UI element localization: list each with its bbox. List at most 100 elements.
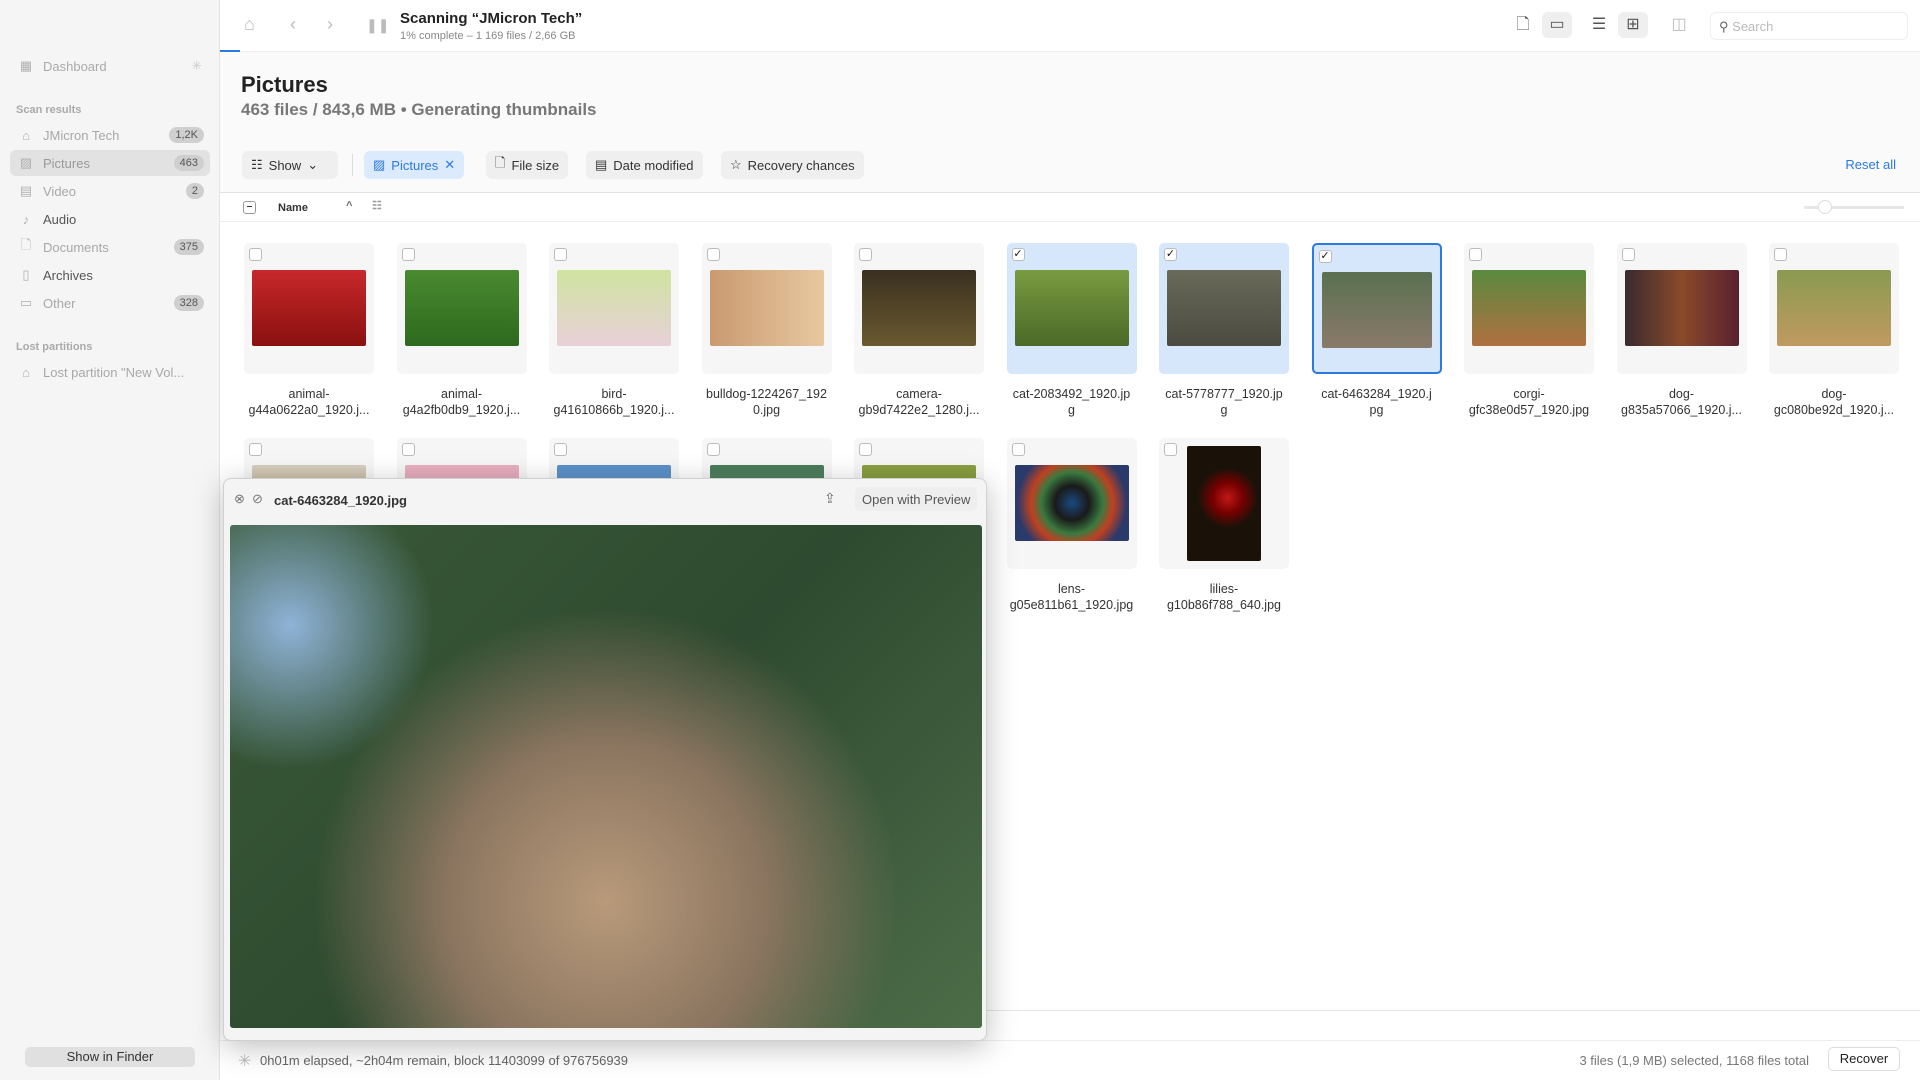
thumbnail-image: [404, 270, 519, 346]
selection-summary: 3 files (1,9 MB) selected, 1168 files to…: [1579, 1053, 1809, 1068]
search-input[interactable]: ⚲ Search: [1710, 12, 1908, 40]
file-checkbox[interactable]: ✓: [1164, 248, 1177, 261]
count-badge: 1,2K: [169, 127, 204, 143]
file-tile[interactable]: [1616, 243, 1747, 374]
sidebar-item-pictures[interactable]: ▨ Pictures 463: [10, 150, 210, 176]
divider: [987, 1010, 1920, 1011]
sidebar-item-archives[interactable]: ▯ Archives: [10, 262, 210, 288]
page-summary: 463 files / 843,6 MB • Generating thumbn…: [241, 100, 597, 119]
pause-icon[interactable]: ❚❚: [366, 17, 389, 34]
file-checkbox[interactable]: [401, 248, 415, 261]
file-checkbox[interactable]: [706, 248, 720, 261]
drive-icon: ⌂: [22, 127, 30, 143]
share-icon[interactable]: ⇪: [824, 490, 836, 507]
file-checkbox[interactable]: [1164, 443, 1177, 456]
sidebar-item-other[interactable]: ▭ Other 328: [10, 290, 210, 316]
open-with-preview-button[interactable]: Open with Preview: [855, 487, 978, 511]
select-all-checkbox[interactable]: –: [243, 201, 256, 214]
file-checkbox[interactable]: [1774, 248, 1787, 261]
file-tile[interactable]: [396, 243, 527, 374]
file-checkbox[interactable]: [554, 248, 567, 261]
show-filter-button[interactable]: ☷ Show ⌄: [242, 151, 338, 179]
status-bar: ✳ 0h01m elapsed, ~2h04m remain, block 11…: [220, 1040, 1920, 1080]
filter-date-modified[interactable]: ▤ Date modified: [586, 151, 703, 179]
filter-recovery-chances[interactable]: ☆ Recovery chances: [721, 151, 864, 179]
file-tile[interactable]: [854, 243, 984, 374]
file-tile[interactable]: ✓: [1311, 243, 1442, 374]
file-checkbox[interactable]: [401, 443, 415, 456]
file-checkbox[interactable]: [859, 443, 872, 456]
calendar-icon: ▤: [595, 157, 608, 172]
chevron-down-icon: ⌄: [307, 157, 319, 172]
thumbnail-size-slider[interactable]: [1804, 200, 1904, 214]
file-tile[interactable]: [1464, 243, 1594, 374]
folder-view-button[interactable]: ▭: [1542, 12, 1572, 38]
file-checkbox[interactable]: [859, 248, 872, 261]
thumbnail-image: [709, 270, 824, 346]
file-tile[interactable]: ✓: [1159, 243, 1289, 374]
thumbnail-image: [1167, 270, 1281, 346]
file-checkbox[interactable]: [554, 443, 567, 456]
thumbnail-image: [1014, 465, 1129, 541]
preview-image: [230, 525, 982, 1028]
column-settings-icon[interactable]: ☷: [372, 199, 382, 212]
home-icon[interactable]: ⌂: [244, 14, 255, 35]
toolbar: ⌂ ‹ › ❚❚ Scanning “JMicron Tech” 1% comp…: [220, 0, 1920, 52]
sidebar-item-dashboard[interactable]: ▦ Dashboard ✳: [10, 53, 210, 79]
grid-view-button[interactable]: ⊞: [1618, 12, 1648, 38]
count-badge: 375: [173, 239, 204, 255]
forward-icon[interactable]: ›: [327, 14, 333, 35]
back-icon[interactable]: ‹: [290, 14, 296, 35]
spinner-icon: ✳: [238, 1053, 252, 1070]
file-checkbox[interactable]: [249, 248, 262, 261]
file-checkbox[interactable]: ✓: [1318, 250, 1332, 263]
content-header: [220, 52, 1920, 192]
thumbnail-image: [1014, 270, 1129, 346]
filter-pictures[interactable]: ▨ Pictures ✕: [364, 151, 465, 179]
sort-ascending-icon[interactable]: ^: [346, 200, 352, 212]
file-name: animal- g4a2fb0db9_1920.j...: [402, 387, 521, 417]
file-tile[interactable]: [244, 243, 374, 374]
file-checkbox[interactable]: [249, 443, 262, 456]
column-name[interactable]: Name: [278, 202, 308, 214]
close-preview-icon[interactable]: ⊗: [234, 491, 245, 507]
file-tile[interactable]: [1006, 438, 1137, 569]
slider-thumb[interactable]: [1818, 200, 1832, 214]
document-icon: 🗋: [1516, 16, 1530, 33]
sidebar-item-video[interactable]: ▤ Video 2: [10, 178, 210, 204]
count-badge: 463: [173, 155, 204, 171]
sidebar-toggle-button[interactable]: ◫: [1664, 12, 1694, 38]
preview-filename: cat-6463284_1920.jpg: [274, 493, 407, 508]
file-tile[interactable]: [1159, 438, 1289, 569]
show-in-finder-button[interactable]: Show in Finder: [25, 1047, 195, 1067]
file-checkbox[interactable]: [1621, 248, 1635, 261]
film-icon: ▤: [19, 183, 33, 198]
file-view-button[interactable]: 🗋: [1508, 12, 1538, 38]
file-tile[interactable]: [1769, 243, 1899, 374]
sidebar-item-jmicron-tech[interactable]: ⌂ JMicron Tech 1,2K: [10, 122, 210, 148]
sidebar-item-documents[interactable]: 🗋 Documents 375: [10, 234, 210, 260]
file-checkbox[interactable]: [1011, 443, 1025, 456]
thumbnail-image: [1624, 270, 1739, 346]
file-tile[interactable]: ✓: [1006, 243, 1137, 374]
file-name: cat-5778777_1920.jp g: [1165, 387, 1283, 417]
file-name: lilies- g10b86f788_640.jpg: [1166, 582, 1281, 612]
file-checkbox[interactable]: ✓: [1011, 248, 1025, 261]
music-note-icon: ♪: [22, 211, 30, 227]
file-tile[interactable]: [549, 243, 679, 374]
list-view-button[interactable]: ☰: [1584, 12, 1614, 38]
thumbnail-image: [1472, 270, 1586, 346]
sidebar-item-lost-partition[interactable]: ⌂ Lost partition "New Vol...: [10, 359, 210, 385]
close-icon[interactable]: ✕: [444, 157, 455, 173]
file-checkbox[interactable]: [1469, 248, 1482, 261]
disabled-icon[interactable]: ⊘: [252, 491, 263, 507]
photo-icon: ▨: [19, 155, 33, 170]
recover-button[interactable]: Recover: [1828, 1047, 1900, 1071]
filter-file-size[interactable]: 🗋 File size: [486, 151, 569, 179]
reset-all-link[interactable]: Reset all: [1845, 157, 1896, 172]
sidebar-item-audio[interactable]: ♪ Audio: [10, 206, 210, 232]
file-tile[interactable]: [701, 243, 832, 374]
file-name: corgi- gfc38e0d57_1920.jpg: [1468, 387, 1590, 417]
scan-subtitle: 1% complete – 1 169 files / 2,66 GB: [400, 30, 576, 42]
file-checkbox[interactable]: [706, 443, 720, 456]
